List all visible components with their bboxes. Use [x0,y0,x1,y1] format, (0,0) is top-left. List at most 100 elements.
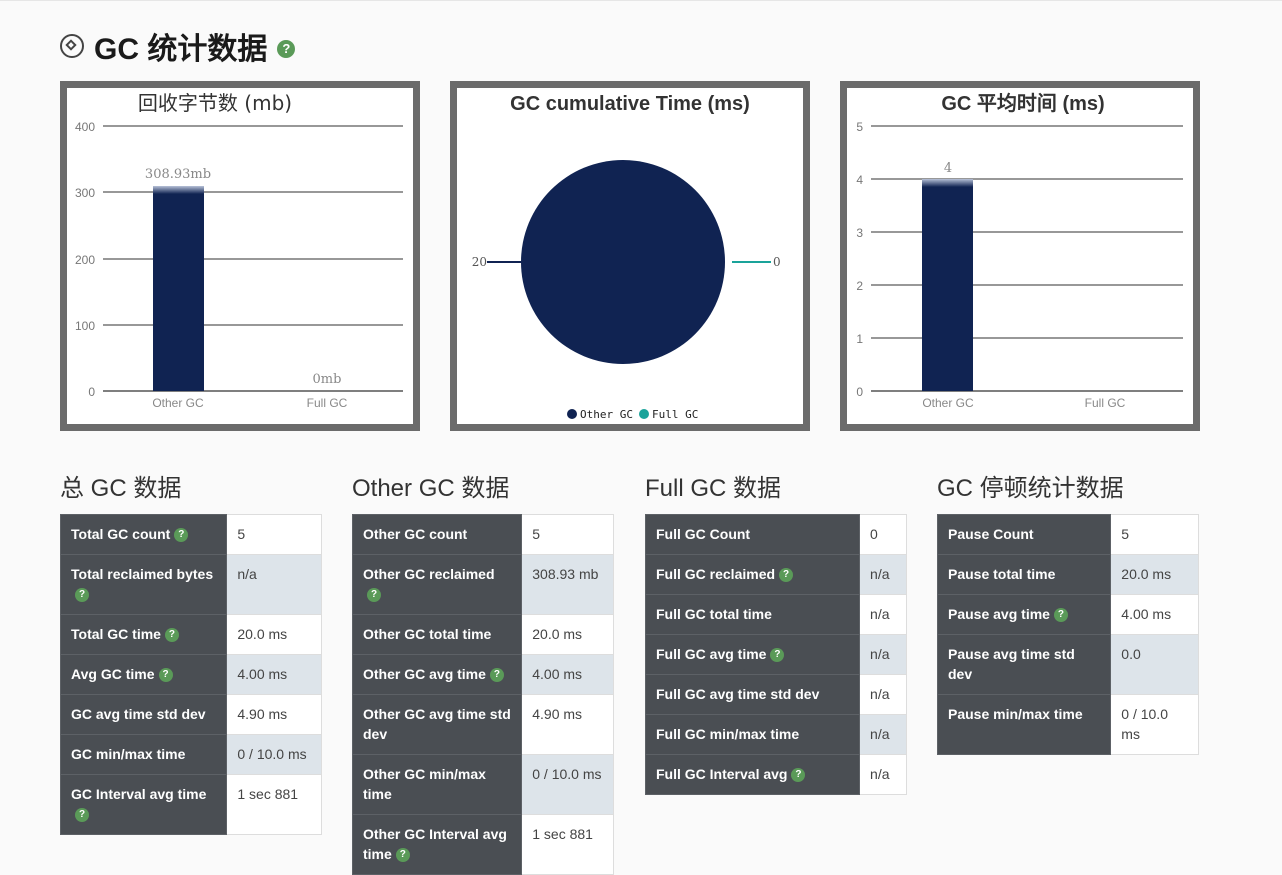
data-label: 4 [944,161,952,176]
stat-value: n/a [859,634,907,675]
table-row: Pause avg time std dev 0.0 [936,634,1199,695]
full-gc-section: Full GC 数据 Full GC Count 0 Full GC reclaim… [644,473,907,795]
stat-label: Total GC count [71,526,171,542]
table-row: Other GC min/max time 0 / 10.0 ms [351,754,614,815]
stats-table: Full GC Count 0 Full GC reclaimed? n/a Full … [644,514,907,795]
stat-label: GC avg time std dev [71,706,206,722]
stat-label: Full GC avg time [656,646,767,662]
total-gc-section: 总 GC 数据 Total GC count? 5 Total reclaimed … [59,473,322,835]
table-row: Other GC reclaimed? 308.93 mb [351,554,614,615]
x-tick: Other GC [152,396,204,410]
avg-time-svg: GC 平均时间 (ms) 5 4 3 2 1 0 4 Other GC Full… [856,91,1183,410]
help-icon[interactable]: ? [779,568,794,583]
table-row: GC avg time std dev 4.90 ms [59,694,322,735]
help-icon[interactable]: ? [174,528,189,543]
table-row: Other GC avg time? 4.00 ms [351,654,614,695]
y-tick: 0 [88,385,95,399]
stats-table: Total GC count? 5 Total reclaimed bytes? n/… [59,514,322,835]
help-icon[interactable]: ? [164,628,179,643]
y-tick: 300 [75,186,95,200]
stat-value: 4.00 ms [226,654,322,695]
y-tick: 3 [856,226,863,240]
help-icon[interactable]: ? [367,588,381,603]
stat-label: Full GC total time [656,606,772,622]
help-icon[interactable]: ? [277,40,296,58]
help-icon[interactable]: ? [770,648,785,663]
table-row: Other GC avg time std dev 4.90 ms [351,694,614,755]
table-row: GC Interval avg time? 1 sec 881 [59,774,322,835]
table-row: Avg GC time? 4.00 ms [59,654,322,695]
stat-value: 20.0 ms [226,614,322,655]
y-axis-ticks: 5 4 3 2 1 0 [856,120,863,399]
slice-label: 0 [773,255,781,269]
stat-value: 20.0 ms [1110,554,1199,595]
stat-label: Full GC avg time std dev [656,686,820,702]
stat-label-cell: Full GC min/max time [644,714,861,755]
stat-label: Other GC reclaimed [363,566,495,582]
section-title: Full GC 数据 [645,475,782,502]
stat-label-cell: Total GC time? [59,614,228,655]
stat-label-cell: Other GC Interval avg time? [351,814,523,875]
stat-label: Total GC time [71,626,161,642]
stat-value: 0 / 10.0 ms [521,754,614,815]
stat-label-cell: Pause Count [936,514,1112,555]
stat-label: Other GC min/max time [363,766,486,802]
stat-label: Pause avg time [948,606,1050,622]
help-icon[interactable]: ? [75,808,89,823]
stat-label-cell: Total reclaimed bytes? [59,554,228,615]
help-icon[interactable]: ? [1053,608,1068,623]
stat-label: Pause min/max time [948,706,1083,722]
stat-label-cell: Pause avg time std dev [936,634,1112,695]
avg-time-chart: GC 平均时间 (ms) 5 4 3 2 1 0 4 Other GC Full… [840,81,1200,431]
help-icon[interactable]: ? [395,848,410,863]
section-title: GC 停顿统计数据 [937,475,1124,502]
help-icon[interactable]: ? [489,668,504,683]
bar-other-gc[interactable] [153,186,204,391]
stat-value: n/a [226,554,322,615]
table-row: Total reclaimed bytes? n/a [59,554,322,615]
y-tick: 4 [856,173,863,187]
stat-label: Pause total time [948,566,1056,582]
data-label: 0mb [313,372,342,387]
stat-label: GC Interval avg time [71,786,207,802]
legend-item[interactable]: Full GC [652,408,698,421]
table-row: Pause Count 5 [936,514,1199,555]
stat-label-cell: Other GC total time [351,614,523,655]
table-row: Pause total time 20.0 ms [936,554,1199,595]
reclaimed-bytes-svg: 回收字节数 (mb) 400 300 200 100 0 308.93mb 0m… [75,91,403,410]
legend-marker [639,409,649,419]
y-tick: 200 [75,253,95,267]
x-tick: Full GC [1085,396,1126,410]
table-row: Other GC Interval avg time? 1 sec 881 [351,814,614,875]
table-row: Full GC avg time? n/a [644,634,907,675]
stat-value: 1 sec 881 [521,814,614,875]
stat-label: Other GC Interval avg time [363,826,507,862]
cumulative-time-svg: GC cumulative Time (ms) 20 0 Other GC Fu… [472,93,781,421]
y-tick: 2 [856,279,863,293]
pie-slice-other-gc[interactable] [521,160,725,364]
stat-label: Full GC min/max time [656,726,800,742]
stat-label: Avg GC time [71,666,155,682]
help-icon[interactable]: ? [75,588,89,603]
stat-label: Other GC avg time [363,666,486,682]
stat-label: Pause avg time std dev [948,646,1075,682]
table-row: Other GC total time 20.0 ms [351,614,614,655]
table-row: Total GC count? 5 [59,514,322,555]
stat-value: 308.93 mb [521,554,614,615]
stat-value: 0.0 [1110,634,1199,695]
stat-label-cell: Full GC avg time? [644,634,861,675]
help-icon[interactable]: ? [791,768,806,783]
help-icon[interactable]: ? [158,668,173,683]
stat-label-cell: GC avg time std dev [59,694,228,735]
stat-label-cell: Full GC Count [644,514,861,555]
table-row: Full GC avg time std dev n/a [644,674,907,715]
legend-item[interactable]: Other GC [580,408,633,421]
y-tick: 5 [856,120,863,134]
stat-value: 0 / 10.0 ms [226,734,322,775]
top-divider [0,0,1282,1]
stat-label-cell: Other GC avg time? [351,654,523,695]
stat-value: 20.0 ms [521,614,614,655]
stat-value: 0 [859,514,907,555]
stat-label-cell: Other GC min/max time [351,754,523,815]
bar-other-gc[interactable] [922,179,973,391]
